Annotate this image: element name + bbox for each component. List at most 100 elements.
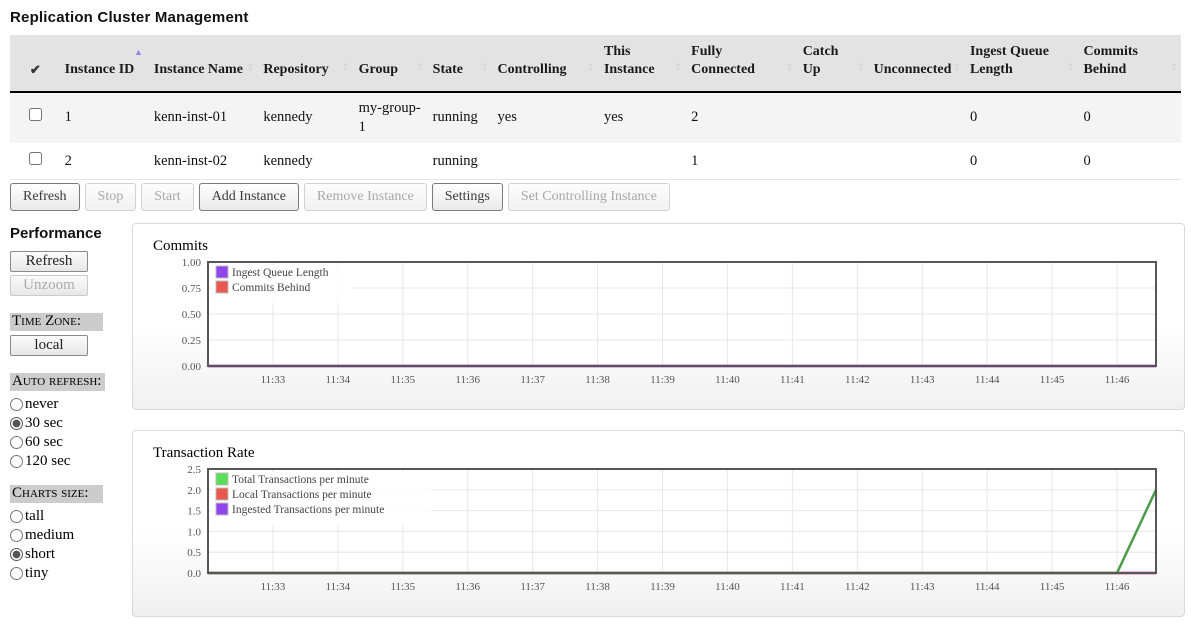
y-tick-label: 1.5 (187, 506, 201, 518)
sort-icon: ▲▼ (858, 63, 864, 73)
chart-title: Transaction Rate (153, 445, 1166, 462)
cell-repository: kennedy (257, 143, 352, 180)
y-tick-label: 2.0 (187, 485, 201, 497)
radio-label: tall (25, 508, 44, 525)
table-action-bar: RefreshStopStartAdd InstanceRemove Insta… (10, 183, 1181, 211)
time-zone-button[interactable]: local (10, 335, 88, 356)
auto-refresh-option-never[interactable]: never (10, 395, 132, 414)
cell-group: my-group-1 (353, 92, 427, 143)
charts-size-option-medium[interactable]: medium (10, 526, 132, 545)
auto-refresh-options: never30 sec 60 sec 120 sec (10, 395, 132, 471)
charts-size-option-tall[interactable]: tall (10, 507, 132, 526)
charts-size-radio[interactable] (10, 567, 23, 580)
row-checkbox[interactable] (29, 152, 42, 165)
column-label: Controlling (498, 62, 567, 77)
auto-refresh-option-30-sec[interactable]: 30 sec (10, 414, 132, 433)
x-tick-label: 11:40 (715, 374, 740, 386)
auto-refresh-radio[interactable] (10, 417, 23, 430)
x-tick-label: 11:41 (780, 581, 805, 593)
column-label: Instance ID (65, 62, 135, 77)
chart-commits-plot: 0.000.250.500.751.0011:3311:3411:3511:36… (151, 256, 1166, 402)
y-tick-label: 1.00 (182, 257, 202, 269)
x-tick-label: 11:33 (261, 374, 286, 386)
column-label: Commits Behind (1084, 44, 1138, 77)
x-tick-label: 11:43 (910, 374, 935, 386)
column-label: Unconnected (874, 62, 952, 77)
legend-swatch (216, 473, 228, 485)
refresh-button[interactable]: Refresh (10, 183, 80, 211)
auto-refresh-radio[interactable] (10, 455, 23, 468)
column-header-commits-behind[interactable]: Commits Behind▲▼ (1078, 35, 1181, 92)
cell-state: running (427, 92, 492, 143)
y-tick-label: 0.75 (182, 283, 202, 295)
charts-size-radio[interactable] (10, 529, 23, 542)
column-header-repository[interactable]: Repository ▲▼ (257, 35, 352, 92)
cell-ingest-queue-length: 0 (964, 143, 1078, 180)
page: Replication Cluster Management ✔Instance… (0, 0, 1191, 637)
charts-size-option-short[interactable]: short (10, 545, 132, 564)
chart-panel-transaction-rate: Transaction Rate0.00.51.01.52.02.511:331… (132, 430, 1185, 617)
performance-heading: Performance (10, 225, 132, 242)
column-label: Group (359, 62, 398, 77)
performance-refresh-button[interactable]: Refresh (10, 251, 88, 272)
cell-group (353, 143, 427, 180)
auto-refresh-radio[interactable] (10, 398, 23, 411)
x-tick-label: 11:38 (585, 581, 610, 593)
charts-size-radio[interactable] (10, 510, 23, 523)
cell-ingest-queue-length: 0 (964, 92, 1078, 143)
column-header-group[interactable]: Group▲▼ (353, 35, 427, 92)
time-zone-label: Time Zone: (10, 313, 103, 331)
column-label: Repository (263, 62, 328, 77)
column-label: Catch Up (803, 44, 839, 77)
cell-this-instance (598, 143, 685, 180)
settings-button[interactable]: Settings (432, 183, 503, 211)
column-header-controlling[interactable]: Controlling ▲▼ (492, 35, 598, 92)
sort-icon: ▲▼ (1068, 63, 1074, 73)
radio-label: 30 sec (25, 415, 63, 432)
x-tick-label: 11:37 (520, 374, 545, 386)
x-tick-label: 11:40 (715, 581, 740, 593)
chart-panel-commits: Commits0.000.250.500.751.0011:3311:3411:… (132, 223, 1185, 410)
cell-fully-connected: 1 (685, 143, 797, 180)
column-header-select: ✔ (10, 35, 59, 92)
table-row: 1kenn-inst-01kennedymy-group-1runningyes… (10, 92, 1181, 143)
sort-icon: ▲▼ (954, 63, 960, 73)
y-tick-label: 1.0 (187, 527, 201, 539)
add-instance-button[interactable]: Add Instance (199, 183, 299, 211)
auto-refresh-option-120-sec[interactable]: 120 sec (10, 452, 132, 471)
table-header-row: ✔Instance ID▲Instance Name▲▼Repository▲▼… (10, 35, 1181, 92)
cell-catch-up (797, 92, 868, 143)
row-checkbox[interactable] (29, 108, 42, 121)
chart-title: Commits (153, 238, 1166, 255)
column-header-state[interactable]: State▲▼ (427, 35, 492, 92)
charts-size-option-tiny[interactable]: tiny (10, 564, 132, 583)
sort-icon: ▲▼ (588, 63, 594, 73)
charts-size-radio[interactable] (10, 548, 23, 561)
radio-label: 60 sec (25, 434, 63, 451)
sort-icon: ▲▼ (343, 63, 349, 73)
cell-instance-name: kenn-inst-02 (148, 143, 257, 180)
auto-refresh-option-60-sec[interactable]: 60 sec (10, 433, 132, 452)
radio-label: medium (25, 527, 74, 544)
x-tick-label: 11:46 (1105, 374, 1130, 386)
legend-swatch (216, 266, 228, 278)
column-header-this-instance[interactable]: This Instance▲▼ (598, 35, 685, 92)
column-header-instance-name[interactable]: Instance Name▲▼ (148, 35, 257, 92)
cell-instance-name: kenn-inst-01 (148, 92, 257, 143)
charts-column: Commits0.000.250.500.751.0011:3311:3411:… (132, 223, 1185, 637)
column-label: Instance Name (154, 62, 243, 77)
x-tick-label: 11:43 (910, 581, 935, 593)
charts-size-label: Charts size: (10, 485, 103, 503)
column-header-instance-id[interactable]: Instance ID▲ (59, 35, 148, 92)
x-tick-label: 11:36 (455, 581, 480, 593)
remove-instance-button: Remove Instance (304, 183, 427, 211)
column-header-unconnected[interactable]: Unconnected▲▼ (868, 35, 964, 92)
y-tick-label: 0.25 (182, 335, 202, 347)
auto-refresh-radio[interactable] (10, 436, 23, 449)
cell-unconnected (868, 143, 964, 180)
column-header-fully-connected[interactable]: Fully Connected▲▼ (685, 35, 797, 92)
sort-icon: ▲▼ (787, 63, 793, 73)
column-header-ingest-queue-length[interactable]: Ingest Queue Length▲▼ (964, 35, 1078, 92)
column-header-catch-up[interactable]: Catch Up ▲▼ (797, 35, 868, 92)
radio-label: 120 sec (25, 453, 70, 470)
